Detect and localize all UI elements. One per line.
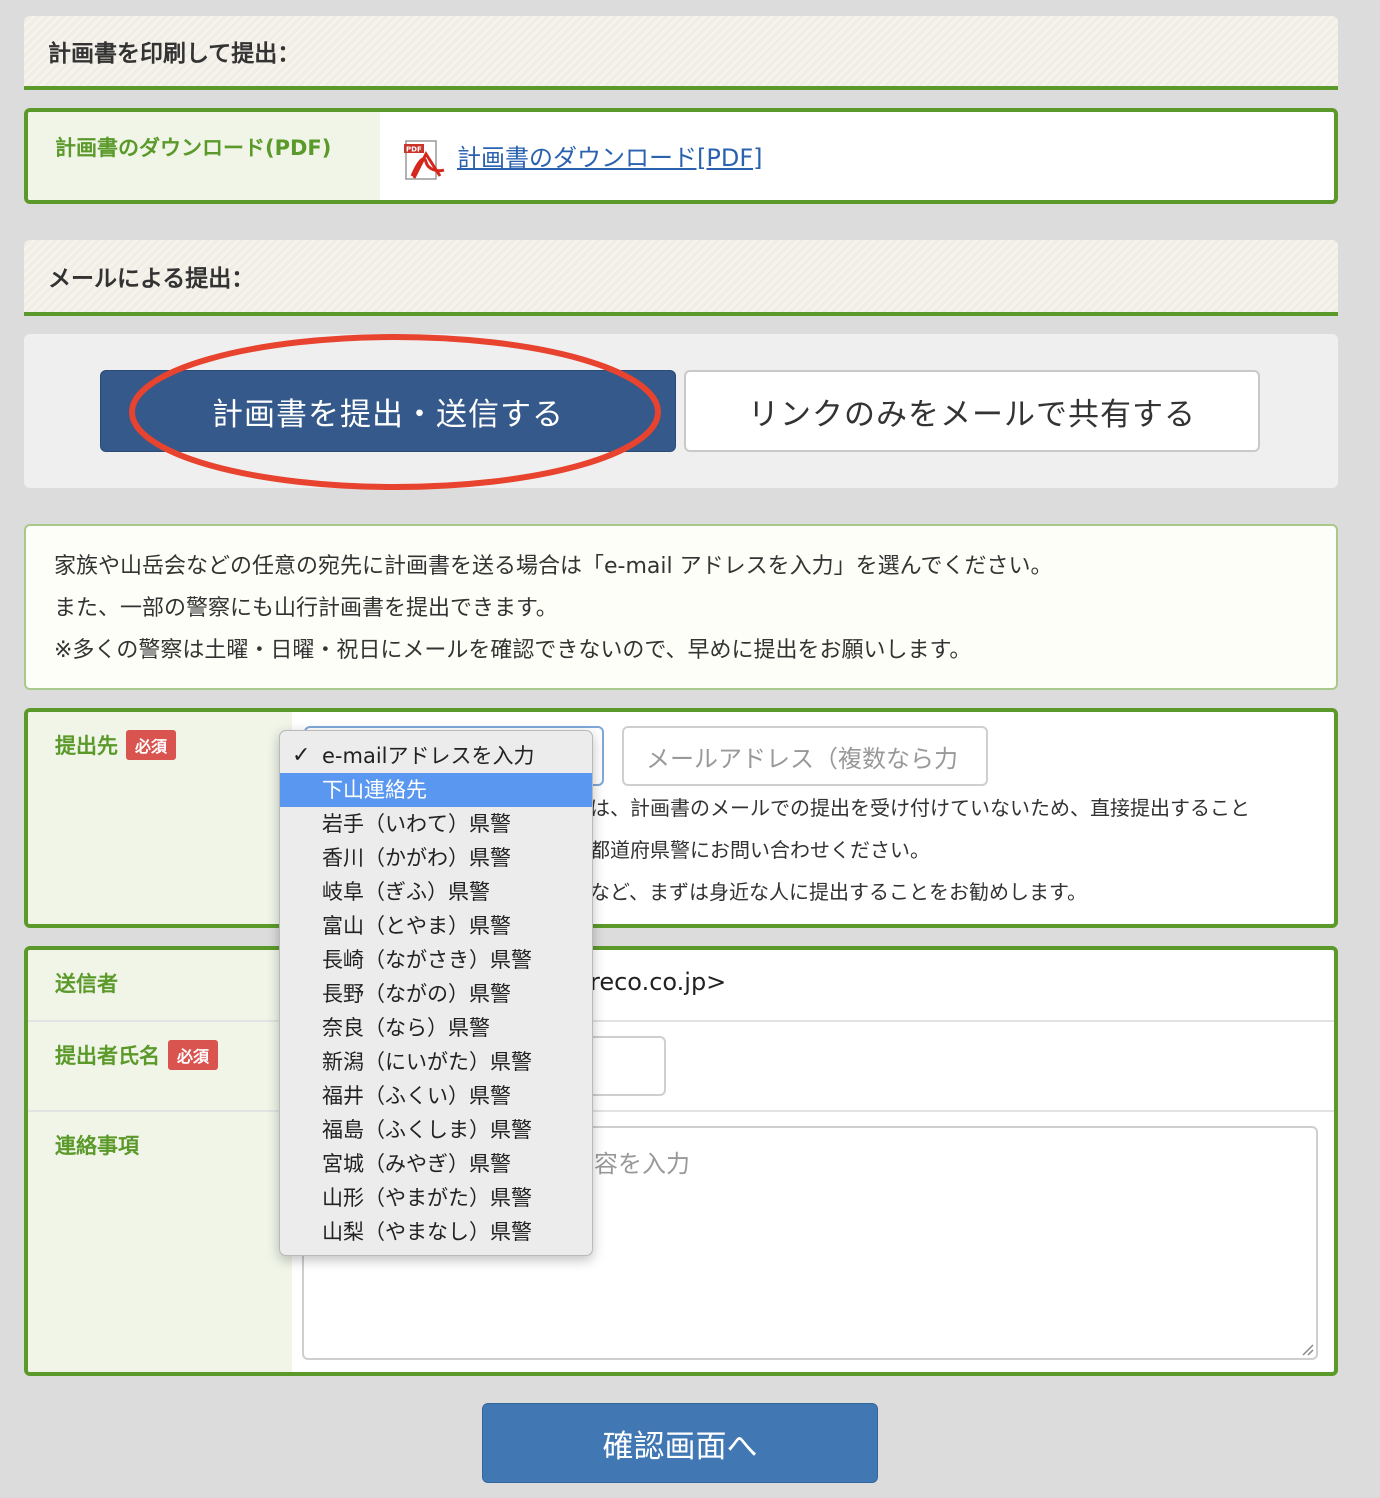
- dropdown-option-email[interactable]: ✓ e-mailアドレスを入力: [280, 739, 592, 773]
- dropdown-option[interactable]: 福島（ふくしま）県警: [280, 1113, 592, 1147]
- destination-help-3: など、まずは身近な人に提出することをお勧めします。: [590, 880, 1087, 904]
- dropdown-option[interactable]: 長崎（ながさき）県警: [280, 943, 592, 977]
- row-divider: [28, 1020, 1334, 1022]
- dropdown-option[interactable]: 福井（ふくい）県警: [280, 1079, 592, 1113]
- destination-label: 提出先 必須: [55, 730, 177, 760]
- sender-label: 送信者: [55, 972, 118, 996]
- destination-help-1: は、計画書のメールでの提出を受け付けていないため、直接提出すること: [590, 796, 1250, 820]
- notice-box: 家族や山岳会などの任意の宛先に計画書を送る場合は「e-mail アドレスを入力」…: [24, 524, 1338, 690]
- print-section-header: 計画書を印刷して提出：: [24, 16, 1338, 90]
- dropdown-option[interactable]: 新潟（にいがた）県警: [280, 1045, 592, 1079]
- annotation-ellipse: [129, 334, 661, 490]
- resize-handle-icon[interactable]: [1300, 1342, 1314, 1356]
- dropdown-option[interactable]: 富山（とやま）県警: [280, 909, 592, 943]
- required-badge: 必須: [168, 1040, 219, 1070]
- row-divider: [28, 1110, 1334, 1112]
- notice-line-1: 家族や山岳会などの任意の宛先に計画書を送る場合は「e-mail アドレスを入力」…: [54, 554, 1053, 579]
- dropdown-option[interactable]: 長野（ながの）県警: [280, 977, 592, 1011]
- checkmark-icon: ✓: [292, 743, 311, 768]
- sender-label-column: [28, 950, 292, 1372]
- dropdown-option[interactable]: 宮城（みやぎ）県警: [280, 1147, 592, 1181]
- notice-line-2: また、一部の警察にも山行計画書を提出できます。: [54, 596, 558, 621]
- email-address-input[interactable]: メールアドレス（複数なら力: [622, 726, 988, 786]
- confirm-button[interactable]: 確認画面へ: [482, 1403, 878, 1483]
- pdf-icon: PDF: [404, 140, 445, 180]
- dropdown-option[interactable]: 奈良（なら）県警: [280, 1011, 592, 1045]
- contact-notes-label: 連絡事項: [55, 1134, 139, 1158]
- dropdown-option[interactable]: 岩手（いわて）県警: [280, 807, 592, 841]
- dropdown-option[interactable]: 山形（やまがた）県警: [280, 1181, 592, 1215]
- dropdown-option[interactable]: 山梨（やまなし）県警: [280, 1215, 592, 1249]
- sender-value: reco.co.jp>: [590, 968, 727, 996]
- destination-dropdown-menu: ✓ e-mailアドレスを入力 下山連絡先 岩手（いわて）県警 香川（かがわ）県…: [279, 730, 593, 1256]
- share-link-button[interactable]: リンクのみをメールで共有する: [684, 370, 1260, 452]
- submitter-name-label: 提出者氏名 必須: [55, 1040, 219, 1070]
- mail-section-header: メールによる提出：: [24, 240, 1338, 316]
- print-section-title: 計画書を印刷して提出：: [48, 41, 301, 67]
- dropdown-option[interactable]: 香川（かがわ）県警: [280, 841, 592, 875]
- notice-line-3: ※多くの警察は土曜・日曜・祝日にメールを確認できないので、早めに提出をお願いしま…: [54, 638, 972, 663]
- dropdown-option[interactable]: 岐阜（ぎふ）県警: [280, 875, 592, 909]
- destination-help-2: 都道府県警にお問い合わせください。: [590, 838, 930, 862]
- download-label: 計画書のダウンロード(PDF): [55, 136, 332, 160]
- required-badge: 必須: [126, 730, 177, 760]
- dropdown-option-highlighted[interactable]: 下山連絡先: [280, 773, 592, 807]
- pdf-download-link[interactable]: 計画書のダウンロード[PDF]: [457, 138, 762, 173]
- svg-text:PDF: PDF: [406, 146, 422, 154]
- mail-section-title: メールによる提出：: [48, 266, 255, 292]
